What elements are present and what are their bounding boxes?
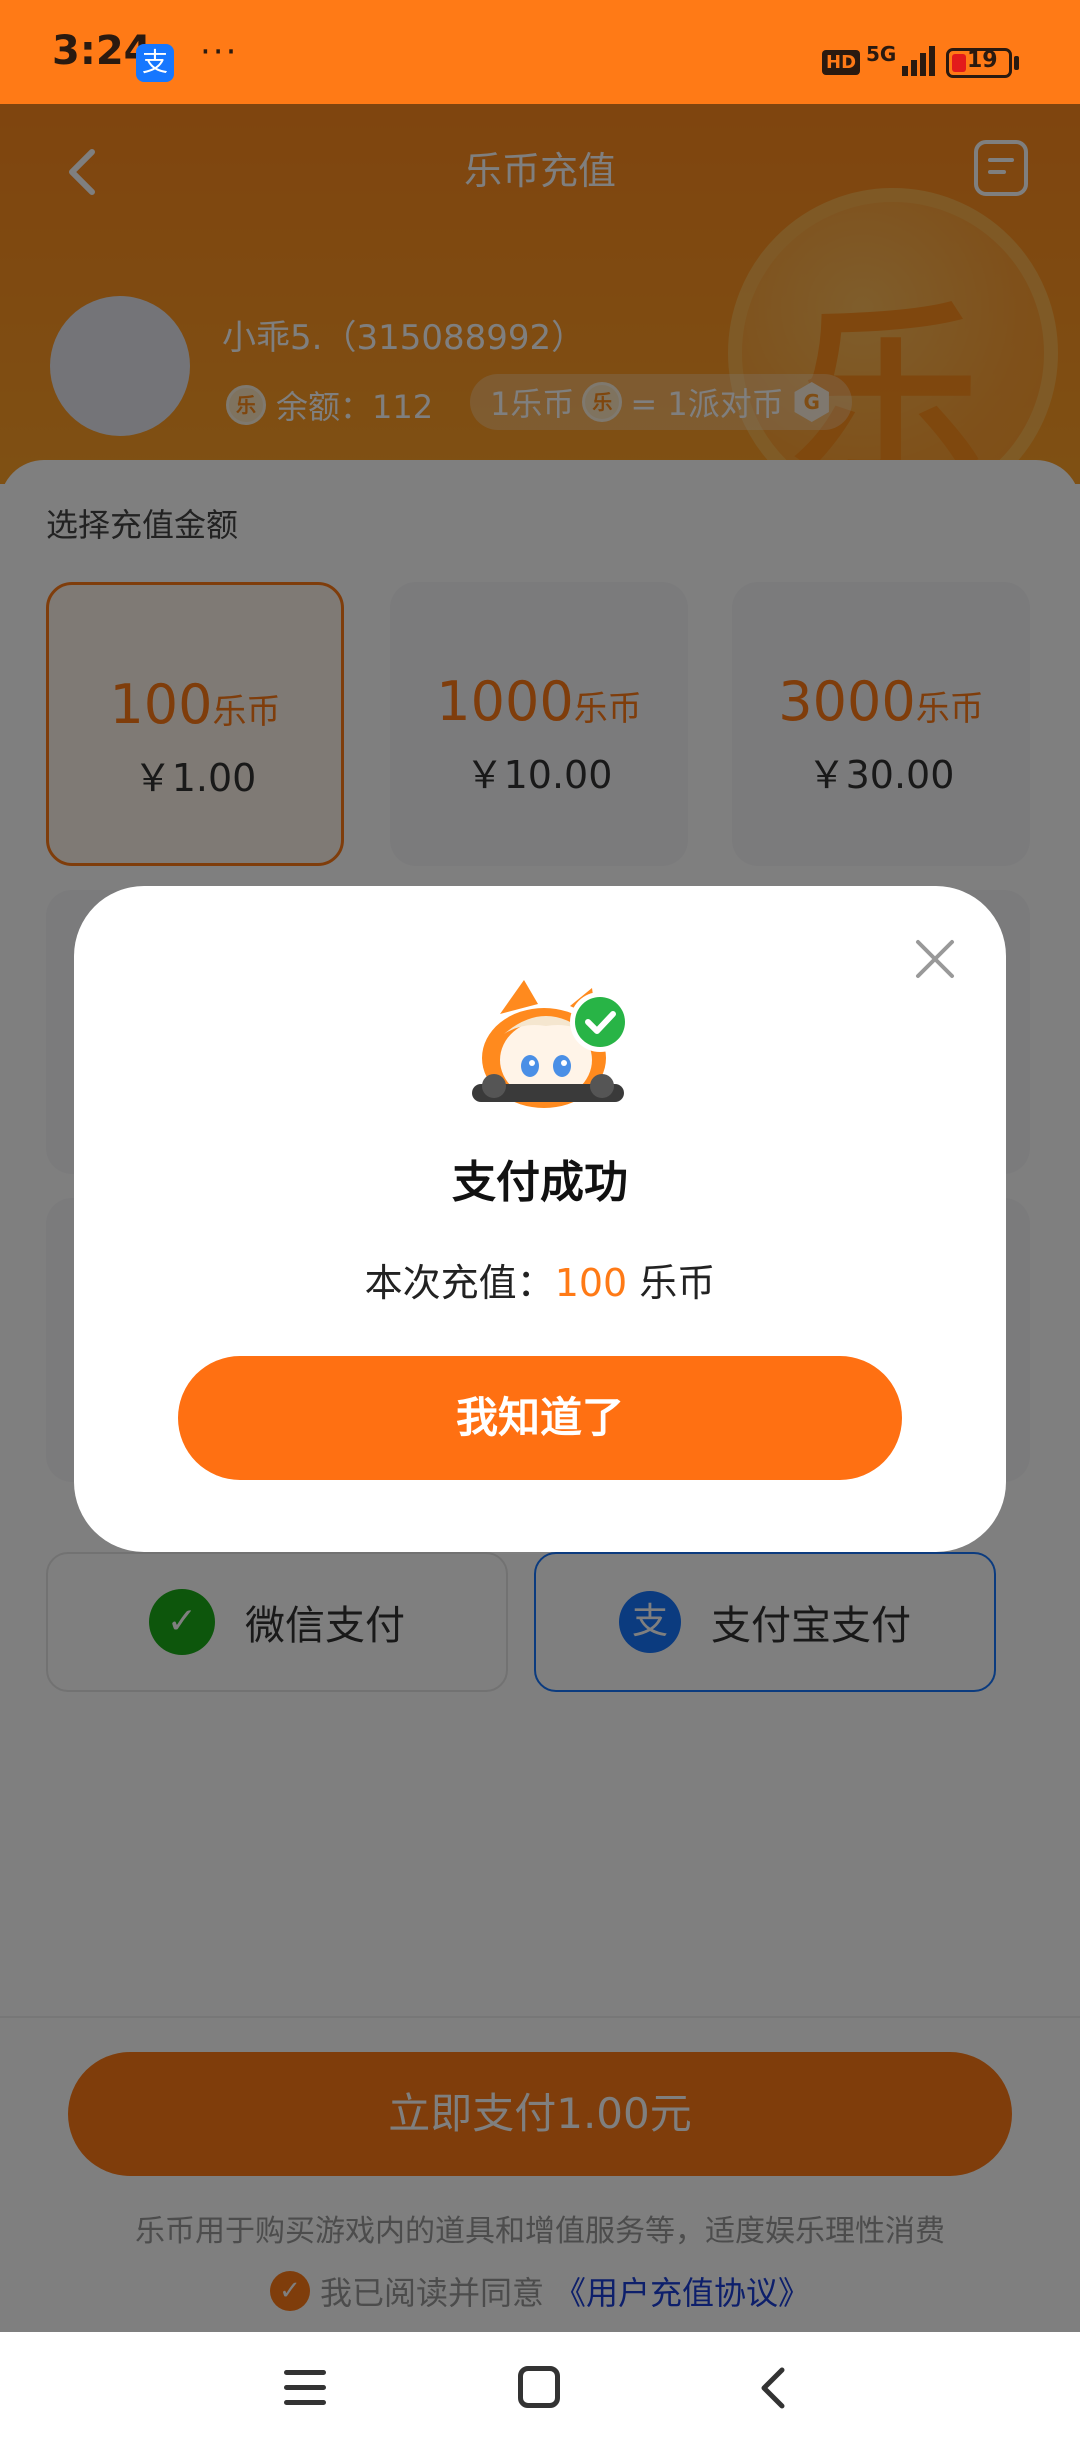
hd-indicator: HD — [822, 50, 861, 75]
payment-success-dialog: 支付成功 本次充值：100 乐币 我知道了 — [74, 886, 1006, 1552]
got-it-button[interactable]: 我知道了 — [178, 1356, 902, 1480]
message-suffix: 乐币 — [627, 1261, 716, 1305]
network-type: 5G — [866, 42, 897, 66]
back-nav-icon[interactable] — [752, 2364, 792, 2412]
message-prefix: 本次充值： — [364, 1261, 555, 1305]
home-icon[interactable] — [518, 2366, 560, 2408]
alipay-notification-icon: 支 — [136, 44, 174, 82]
system-nav-bar — [0, 2332, 1080, 2460]
status-bar: 3:24 支 ··· HD 5G 19 — [0, 0, 1080, 104]
battery-icon: 19 — [946, 48, 1012, 78]
signal-icon — [902, 46, 935, 76]
dialog-message: 本次充值：100 乐币 — [74, 1252, 1006, 1307]
recharge-amount: 100 — [554, 1261, 628, 1305]
more-notifications-icon: ··· — [200, 32, 239, 72]
battery-level: 19 — [967, 48, 998, 73]
dialog-title: 支付成功 — [452, 1157, 628, 1208]
close-icon[interactable] — [912, 936, 958, 982]
menu-icon[interactable] — [284, 2368, 326, 2408]
battery-cap — [1014, 56, 1019, 70]
mascot-success-icon — [472, 980, 630, 1108]
